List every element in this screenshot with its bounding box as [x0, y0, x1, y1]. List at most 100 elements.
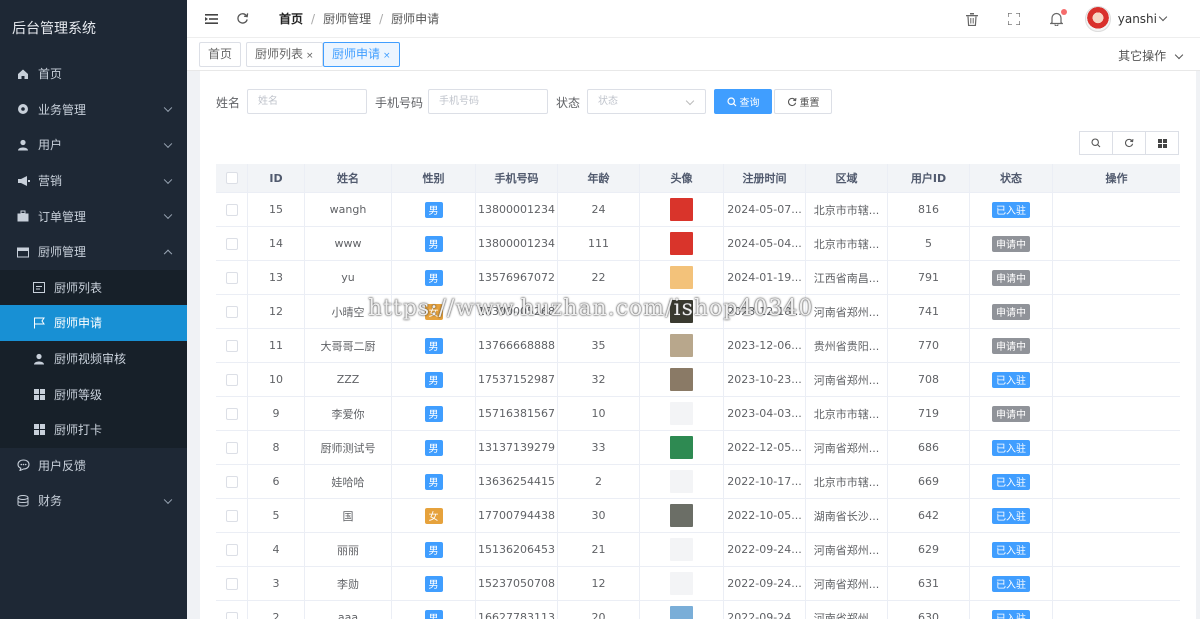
- column-settings-button[interactable]: [1145, 131, 1179, 155]
- sidebar-item-chef-levels[interactable]: 厨师等级: [0, 376, 187, 412]
- phone-cell: 15716381567: [476, 397, 558, 430]
- breadcrumb-home[interactable]: 首页: [279, 10, 303, 27]
- select-all-checkbox[interactable]: [225, 172, 238, 184]
- reset-button[interactable]: 重置: [774, 89, 832, 114]
- table-row[interactable]: 10 ZZZ 男 17537152987 32 2023-10-23... 河南省郑州...…: [216, 363, 1180, 397]
- row-checkbox[interactable]: [225, 441, 238, 454]
- user-avatar[interactable]: [1084, 6, 1111, 32]
- sidebar-item-home[interactable]: 首页: [0, 56, 187, 92]
- notification-bell-icon[interactable]: [1049, 9, 1067, 26]
- tab-home[interactable]: 首页: [199, 42, 242, 67]
- region-cell: 江西省南昌...: [806, 261, 888, 294]
- query-button[interactable]: 查询: [714, 89, 772, 114]
- table-row[interactable]: 12 小晴空 女 18300005268 2023-12-18... 河南省郑州... 74…: [216, 295, 1180, 329]
- sidebar-item-chef-video-review[interactable]: 厨师视频审核: [0, 340, 187, 377]
- column-header-user-id[interactable]: 用户ID: [888, 164, 970, 192]
- avatar-thumbnail[interactable]: [670, 538, 693, 561]
- sidebar-item-chef-application[interactable]: 厨师申请: [0, 305, 187, 341]
- table-row[interactable]: 8 厨师测试号 男 13137139279 33 2022-12-05... 河南省郑州..…: [216, 431, 1180, 465]
- refresh-icon: [787, 97, 796, 106]
- toggle-search-button[interactable]: [1079, 131, 1113, 155]
- collapse-menu-icon[interactable]: [205, 13, 218, 25]
- table-row[interactable]: 2aaa 男 1662778311320 2022-09-24...河南省郑州...6…: [216, 601, 1180, 619]
- table-row[interactable]: 14 www 男 13800001234 111 2024-05-04... 北京市市辖..…: [216, 227, 1180, 261]
- other-operations-dropdown[interactable]: 其它操作: [1118, 47, 1184, 64]
- sidebar-item-chef-checkin[interactable]: 厨师打卡: [0, 411, 187, 448]
- name-cell: yu: [305, 261, 392, 294]
- column-header-id[interactable]: ID: [248, 164, 305, 192]
- column-header-phone[interactable]: 手机号码: [476, 164, 558, 192]
- row-checkbox[interactable]: [225, 509, 238, 522]
- avatar-thumbnail[interactable]: [670, 504, 693, 527]
- list-icon: [32, 280, 46, 294]
- column-header-actions[interactable]: 操作: [1053, 164, 1180, 192]
- column-header-age[interactable]: 年龄: [558, 164, 640, 192]
- row-checkbox[interactable]: [225, 543, 238, 556]
- row-checkbox[interactable]: [225, 339, 238, 352]
- status-badge: 已入驻: [992, 371, 1030, 388]
- table-row[interactable]: 13 yu 男 13576967072 22 2024-01-19... 江西省南昌... 7…: [216, 261, 1180, 295]
- column-header-avatar[interactable]: 头像: [640, 164, 724, 192]
- row-checkbox[interactable]: [225, 577, 238, 590]
- column-header-region[interactable]: 区域: [806, 164, 888, 192]
- phone-input[interactable]: 手机号码: [428, 89, 548, 114]
- close-icon[interactable]: ×: [383, 51, 391, 61]
- avatar-thumbnail[interactable]: [670, 334, 693, 357]
- sidebar-item-label: 厨师申请: [54, 316, 103, 331]
- column-header-reg-time[interactable]: 注册时间: [724, 164, 806, 192]
- tab-chef-list[interactable]: 厨师列表 ×: [246, 42, 323, 67]
- user-id-cell: 631: [888, 567, 970, 600]
- refresh-icon[interactable]: [236, 12, 249, 25]
- table-row[interactable]: 5 国 女 17700794438 30 2022-10-05... 湖南省长沙... 642…: [216, 499, 1180, 533]
- avatar-thumbnail[interactable]: [670, 572, 693, 595]
- name-cell: 厨师测试号: [305, 431, 392, 464]
- close-icon[interactable]: ×: [306, 51, 314, 61]
- avatar-thumbnail[interactable]: [670, 402, 693, 425]
- avatar-thumbnail[interactable]: [670, 606, 693, 619]
- trash-icon[interactable]: [965, 12, 978, 26]
- column-header-gender[interactable]: 性别: [392, 164, 476, 192]
- tab-chef-application[interactable]: 厨师申请 ×: [323, 42, 400, 67]
- row-checkbox[interactable]: [225, 611, 238, 619]
- avatar-thumbnail[interactable]: [670, 470, 693, 493]
- sidebar-item-marketing[interactable]: 营销: [0, 163, 187, 199]
- avatar-thumbnail[interactable]: [670, 266, 693, 289]
- avatar-thumbnail[interactable]: [670, 198, 693, 221]
- column-header-name[interactable]: 姓名: [305, 164, 392, 192]
- refresh-table-button[interactable]: [1112, 131, 1146, 155]
- row-checkbox[interactable]: [225, 305, 238, 318]
- row-checkbox[interactable]: [225, 203, 238, 216]
- sidebar-item-orders[interactable]: 订单管理: [0, 198, 187, 234]
- name-input[interactable]: 姓名: [247, 89, 367, 114]
- username[interactable]: yanshi: [1118, 12, 1157, 26]
- avatar-thumbnail[interactable]: [670, 300, 693, 323]
- sidebar-item-chef-list[interactable]: 厨师列表: [0, 269, 187, 306]
- row-checkbox[interactable]: [225, 237, 238, 250]
- user-id-cell: 791: [888, 261, 970, 294]
- chevron-down-icon[interactable]: [1158, 12, 1168, 22]
- row-checkbox[interactable]: [225, 475, 238, 488]
- table-row[interactable]: 11 大哥哥二厨 男 13766668888 35 2023-12-06... 贵州省贵阳.…: [216, 329, 1180, 363]
- avatar-thumbnail[interactable]: [670, 232, 693, 255]
- table-row[interactable]: 15 wangh 男 13800001234 24 2024-05-07... 北京市市辖.…: [216, 193, 1180, 227]
- avatar-thumbnail[interactable]: [670, 368, 693, 391]
- sidebar-item-chef-management[interactable]: 厨师管理: [0, 234, 187, 270]
- fullscreen-icon[interactable]: [1007, 13, 1020, 25]
- sidebar-item-users[interactable]: 用户: [0, 127, 187, 163]
- table-row[interactable]: 9 李爱你 男 15716381567 10 2023-04-03... 北京市市辖... 7…: [216, 397, 1180, 431]
- sidebar-item-user-feedback[interactable]: 用户反馈: [0, 448, 187, 484]
- sidebar-item-finance[interactable]: 财务: [0, 483, 187, 519]
- avatar-cell: [640, 397, 724, 430]
- gender-cell: 男: [392, 601, 476, 619]
- table-row[interactable]: 4 丽丽 男 15136206453 21 2022-09-24... 河南省郑州... 62…: [216, 533, 1180, 567]
- column-header-status[interactable]: 状态: [970, 164, 1053, 192]
- avatar-thumbnail[interactable]: [670, 436, 693, 459]
- row-checkbox[interactable]: [225, 407, 238, 420]
- table-row[interactable]: 3 李勋 男 15237050708 12 2022-09-24... 河南省郑州... 63…: [216, 567, 1180, 601]
- row-checkbox[interactable]: [225, 373, 238, 386]
- table-row[interactable]: 6 娃哈哈 男 13636254415 2 2022-10-17... 北京市市辖... 66…: [216, 465, 1180, 499]
- breadcrumb-chef-management[interactable]: 厨师管理: [323, 10, 371, 27]
- row-checkbox[interactable]: [225, 271, 238, 284]
- sidebar-item-business[interactable]: 业务管理: [0, 92, 187, 128]
- status-select[interactable]: 状态: [587, 89, 706, 114]
